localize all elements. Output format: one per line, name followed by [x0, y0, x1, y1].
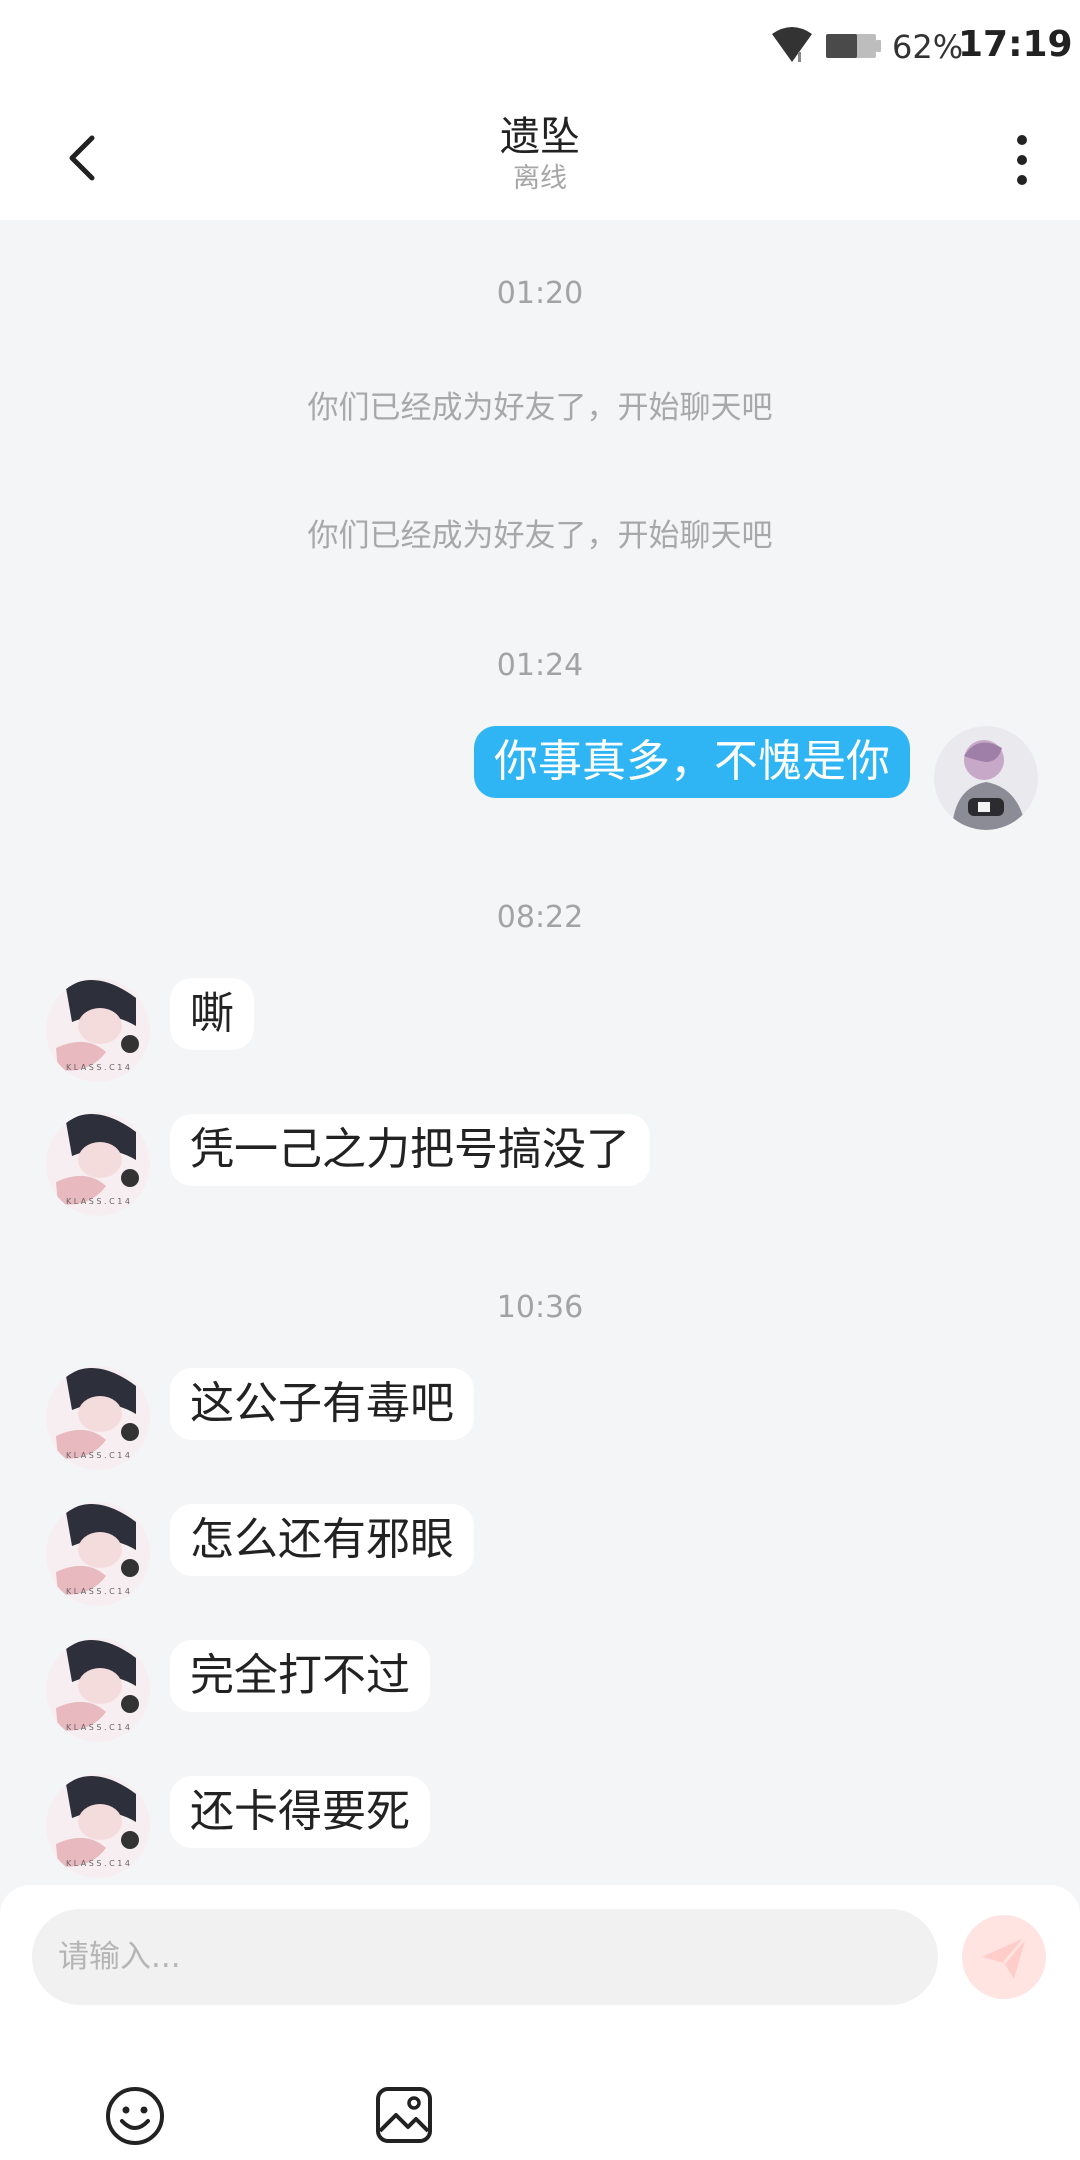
chevron-left-icon[interactable] — [56, 130, 112, 186]
contact-avatar[interactable]: K L A S S . C 1 4 — [46, 1638, 150, 1742]
system-message: 你们已经成为好友了，开始聊天吧 — [307, 518, 773, 554]
chat-title-area: 遗坠 离线 — [340, 112, 740, 196]
battery-icon — [826, 34, 881, 58]
timestamp: 01:20 — [496, 276, 584, 311]
svg-text:K L A S S . C 1 4: K L A S S . C 1 4 — [66, 1859, 130, 1868]
incoming-message-bubble[interactable]: 这公子有毒吧 — [170, 1368, 474, 1440]
send-icon — [982, 1936, 1028, 1979]
svg-text:K L A S S . C 1 4: K L A S S . C 1 4 — [66, 1723, 130, 1732]
timestamp: 01:24 — [496, 648, 584, 683]
contact-avatar[interactable]: K L A S S . C 1 4 — [46, 1112, 150, 1216]
svg-text:K L A S S . C 1 4: K L A S S . C 1 4 — [66, 1063, 130, 1072]
incoming-message-bubble[interactable]: 怎么还有邪眼 — [170, 1504, 474, 1576]
contact-status: 离线 — [513, 163, 567, 194]
contact-avatar[interactable]: K L A S S . C 1 4 — [46, 1774, 150, 1878]
status-bar: 62% 17:19 — [0, 0, 1080, 96]
svg-text:K L A S S . C 1 4: K L A S S . C 1 4 — [66, 1587, 130, 1596]
incoming-message-bubble[interactable]: 嘶 — [170, 978, 254, 1050]
contact-avatar[interactable]: K L A S S . C 1 4 — [46, 978, 150, 1082]
contact-name: 遗坠 — [500, 114, 580, 160]
svg-text:K L A S S . C 1 4: K L A S S . C 1 4 — [66, 1197, 130, 1206]
contact-avatar[interactable]: K L A S S . C 1 4 — [46, 1502, 150, 1606]
battery-percent: 62% — [892, 28, 964, 66]
svg-text:K L A S S . C 1 4: K L A S S . C 1 4 — [66, 1451, 130, 1460]
system-message: 你们已经成为好友了，开始聊天吧 — [307, 390, 773, 426]
my-avatar[interactable] — [934, 726, 1038, 830]
send-button[interactable] — [962, 1915, 1046, 1999]
wifi-icon — [772, 27, 812, 62]
message-composer — [0, 1885, 1080, 2160]
chat-header: 遗坠 离线 — [0, 96, 1080, 220]
outgoing-message-bubble[interactable]: 你事真多，不愧是你 — [474, 726, 910, 798]
incoming-message-bubble[interactable]: 还卡得要死 — [170, 1776, 430, 1848]
incoming-message-bubble[interactable]: 凭一己之力把号搞没了 — [170, 1114, 650, 1186]
message-list[interactable]: 01:20 你们已经成为好友了，开始聊天吧 你们已经成为好友了，开始聊天吧 01… — [0, 220, 1080, 1885]
emoji-icon[interactable] — [104, 2085, 166, 2147]
timestamp: 10:36 — [496, 1290, 584, 1325]
image-icon[interactable] — [374, 2085, 434, 2145]
more-vertical-icon[interactable] — [1000, 132, 1044, 188]
clock: 17:19 — [958, 24, 1073, 65]
contact-avatar[interactable]: K L A S S . C 1 4 — [46, 1366, 150, 1470]
incoming-message-bubble[interactable]: 完全打不过 — [170, 1640, 430, 1712]
timestamp: 08:22 — [496, 900, 584, 935]
message-input[interactable] — [32, 1909, 938, 2005]
